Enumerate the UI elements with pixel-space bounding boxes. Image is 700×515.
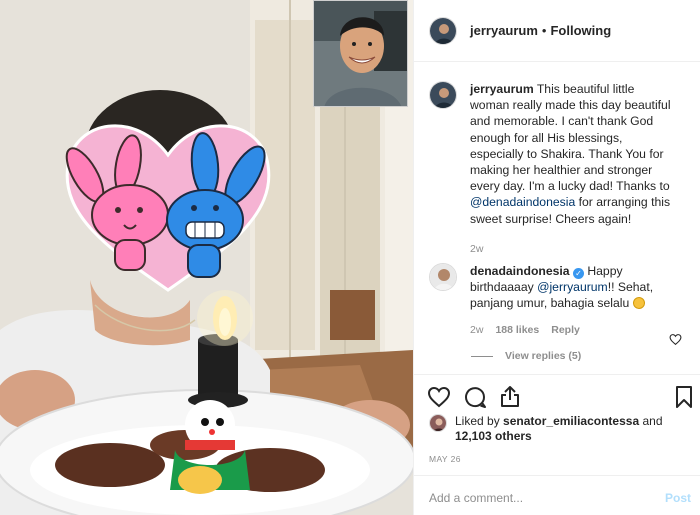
- caption-comment: jerryaurum This beautiful little woman r…: [429, 81, 691, 257]
- caption-text: This beautiful little woman really made …: [470, 82, 671, 194]
- bookmark-icon[interactable]: [672, 385, 696, 409]
- reply-button[interactable]: Reply: [551, 322, 580, 338]
- likes-others-count[interactable]: 12,103 others: [455, 429, 532, 443]
- share-icon[interactable]: [498, 385, 522, 409]
- header-separator: •: [541, 23, 547, 38]
- following-button[interactable]: Following: [550, 23, 611, 38]
- comment-bubble-icon[interactable]: [463, 385, 487, 409]
- comment-like-heart-icon[interactable]: [669, 333, 682, 346]
- verified-badge-icon: ✓: [572, 268, 584, 279]
- heart-icon[interactable]: [427, 385, 451, 409]
- post-header: jerryaurum • Following: [414, 0, 700, 62]
- man-portrait: [314, 1, 407, 106]
- comment-mention-link[interactable]: @jerryaurum: [537, 280, 608, 294]
- video-call-inset: [313, 0, 408, 107]
- add-comment-bar: Add a comment... Post: [414, 475, 700, 515]
- view-replies-button[interactable]: View replies (5): [471, 350, 581, 362]
- post-photo[interactable]: [0, 0, 413, 515]
- liker-username[interactable]: senator_emiliacontessa: [503, 414, 639, 428]
- comment-timestamp[interactable]: 2w: [470, 322, 483, 338]
- replies-divider-line: [471, 355, 493, 357]
- comment-likes-count[interactable]: 188 likes: [495, 322, 539, 338]
- add-comment-input[interactable]: Add a comment...: [429, 491, 523, 505]
- author-avatar[interactable]: [429, 16, 457, 45]
- likes-summary: Liked by senator_emiliacontessa and 12,1…: [429, 414, 685, 444]
- comment-item: denadaindonesia ✓ Happy birthdaaaay @jer…: [429, 263, 691, 338]
- smiling-emoji-icon: [632, 297, 645, 310]
- caption-timestamp[interactable]: 2w: [470, 241, 483, 257]
- commenter-username[interactable]: denadaindonesia: [470, 264, 570, 278]
- liked-by-label: Liked by: [455, 414, 500, 428]
- post-side-panel: jerryaurum • Following jerryaurum This b…: [413, 0, 700, 515]
- comments-list[interactable]: jerryaurum This beautiful little woman r…: [414, 63, 700, 373]
- commenter-avatar[interactable]: [429, 263, 457, 291]
- caption-author-avatar[interactable]: [429, 81, 457, 109]
- caption-mention-link[interactable]: @denadaindonesia: [470, 195, 575, 209]
- view-replies-label[interactable]: View replies (5): [505, 350, 581, 362]
- caption-username[interactable]: jerryaurum: [470, 82, 534, 96]
- likes-and-label: and: [642, 414, 663, 428]
- post-actions-bar: [414, 374, 700, 416]
- post-comment-button[interactable]: Post: [665, 491, 691, 505]
- author-username[interactable]: jerryaurum: [470, 23, 538, 38]
- post-date[interactable]: MAY 26: [429, 454, 461, 464]
- liker-avatar[interactable]: [429, 414, 447, 432]
